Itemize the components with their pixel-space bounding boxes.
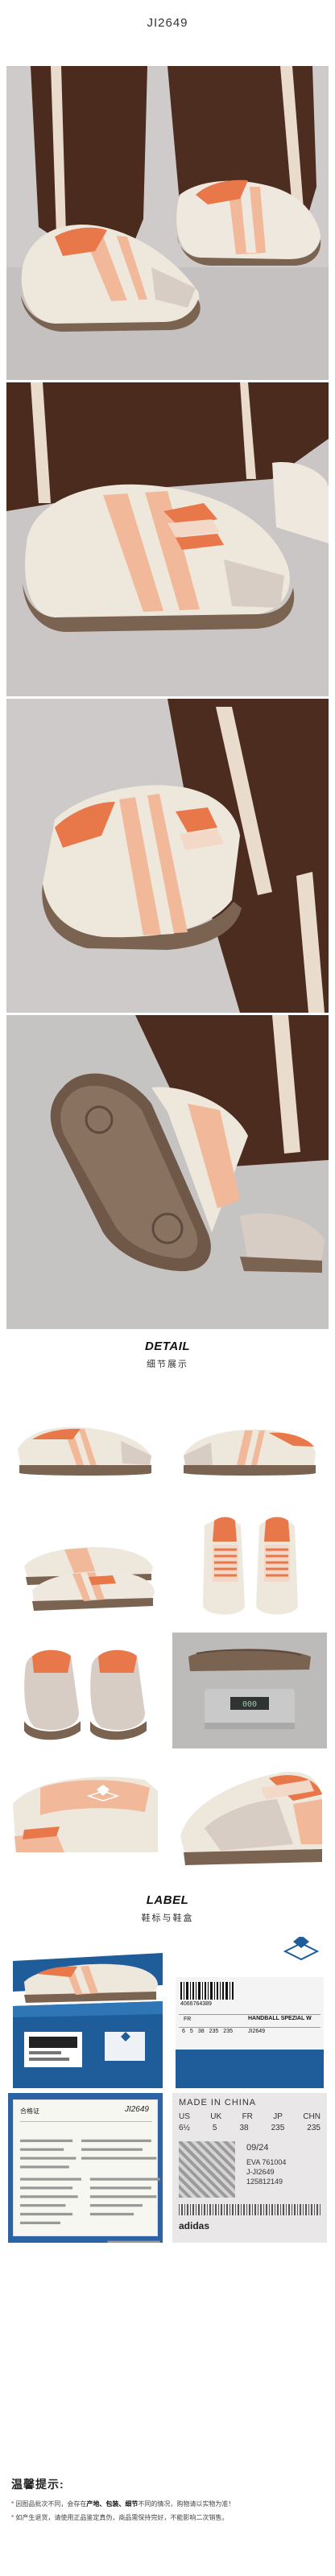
box-barcode-number: 4066764389 [180, 2001, 212, 2007]
tag-date: 09/24 [246, 2143, 269, 2153]
box-size-value: 235 [209, 2029, 219, 2034]
product-detail-page: JI2649 DETAIL 细节展示 000 LABEL 鞋标与鞋盒 40667… [0, 0, 335, 2576]
notice-emphasis: 产地、包装、细节 [86, 2500, 139, 2508]
tag-code: 125812149 [246, 2178, 283, 2186]
tag-size-value: 5 [212, 2124, 217, 2132]
label-subtitle: 鞋标与鞋盒 [141, 1913, 194, 1923]
detail-side-view-right [172, 1386, 327, 1502]
tag-brand: adidas [179, 2220, 210, 2231]
detail-subtitle: 细节展示 [147, 1360, 188, 1369]
tag-size-value-row: 6½ 5 38 235 235 [179, 2124, 321, 2132]
tag-size-header: CHN [303, 2112, 321, 2121]
hero-photo-1 [6, 66, 329, 380]
tag-made-in: MADE IN CHINA [179, 2098, 257, 2107]
label-shoe-on-box [8, 1937, 163, 2090]
certificate-heading: 合格证 [20, 2107, 39, 2115]
hero-photo-3 [6, 699, 329, 1013]
notice-line-2: * 如产生退货，请使用正品鉴定真伪，商品需保持完好，不能影响二次销售。 [11, 2512, 327, 2523]
hero-photo-4 [6, 1015, 329, 1329]
box-size-header: FR [184, 2017, 192, 2022]
certificate-body-text [20, 2139, 160, 2243]
detail-heel-view [8, 1633, 163, 1748]
notice-text: 如产生退货，请使用正品鉴定真伪，商品需保持完好，不能影响二次销售。 [15, 2514, 229, 2521]
tag-qr-code [179, 2141, 235, 2198]
tag-size-value: 235 [307, 2124, 321, 2132]
tag-code: J-JI2649 [246, 2168, 275, 2176]
tag-code: EVA 761004 [246, 2158, 287, 2166]
notice-line-1: * 因图品批次不同，会存在产地、包装、细节不同的情况，购物请以实物为准！ [11, 2499, 327, 2509]
box-size-values: 6 5 38 235 235 [182, 2029, 233, 2034]
tag-size-header: UK [210, 2112, 222, 2121]
tag-size-header: US [179, 2112, 190, 2121]
tag-size-header: JP [273, 2112, 283, 2121]
notice-text: 不同的情况，购物请以实物为准！ [138, 2500, 235, 2508]
product-sku: JI2649 [147, 16, 188, 30]
notice-title: 温馨提示: [11, 2478, 64, 2491]
detail-pair-angled [8, 1509, 163, 1625]
tag-code-list: EVA 761004 J-JI2649 125812149 [246, 2157, 286, 2186]
detail-top-view [172, 1509, 327, 1625]
svg-text:000: 000 [242, 1700, 257, 1709]
certificate-code: JI2649 [124, 2105, 149, 2114]
tag-size-value: 235 [271, 2124, 285, 2132]
tag-size-header: FR [242, 2112, 253, 2121]
box-size-value: 38 [197, 2029, 205, 2034]
detail-toe-view [172, 1756, 327, 1872]
box-article-code: JI2649 [248, 2029, 266, 2034]
hero-photo-2 [6, 382, 329, 696]
detail-insole-view [8, 1756, 163, 1872]
box-size-value: 5 [189, 2029, 193, 2034]
box-size-value: 6 [182, 2029, 185, 2034]
notice-star: * [11, 2500, 14, 2508]
tag-size-value: 38 [239, 2124, 249, 2132]
notice-text: 因图品批次不同，会存在 [15, 2500, 87, 2508]
tag-size-value: 6½ [179, 2124, 190, 2132]
box-model-name: HANDBALL SPEZIAL W [248, 2016, 312, 2021]
detail-side-view-left [8, 1386, 163, 1502]
tag-barcode [179, 2204, 321, 2215]
size-tag: MADE IN CHINA US UK FR JP CHN 6½ 5 38 23… [172, 2093, 327, 2243]
detail-title: DETAIL [144, 1340, 191, 1353]
detail-weight-scale: 000 [172, 1633, 327, 1748]
box-size-value: 235 [223, 2029, 233, 2034]
tag-size-header-row: US UK FR JP CHN [179, 2112, 321, 2121]
notice-star: * [11, 2514, 14, 2521]
certificate-card: 合格证 JI2649 [8, 2093, 163, 2243]
box-label: 4066764389 FR HANDBALL SPEZIAL W 6 5 38 … [172, 1937, 327, 2090]
label-title: LABEL [146, 1893, 189, 1907]
